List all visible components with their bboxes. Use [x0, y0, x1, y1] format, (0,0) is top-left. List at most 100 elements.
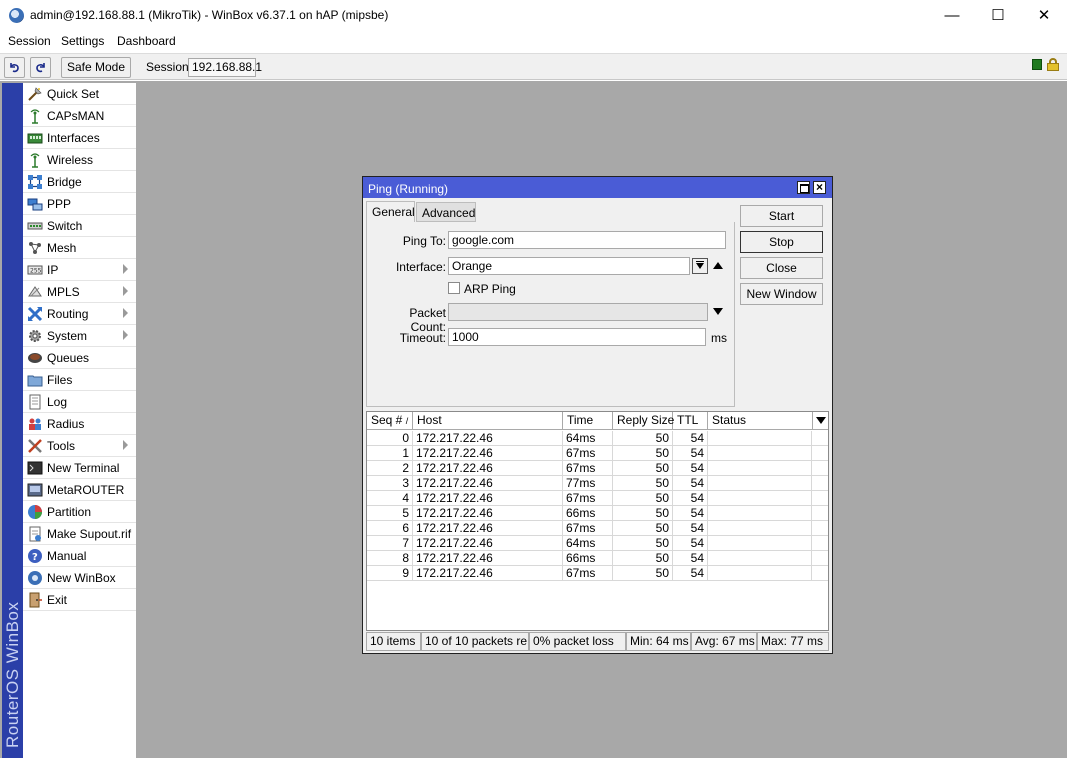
sidebar-item-partition[interactable]: Partition: [23, 501, 136, 523]
start-button[interactable]: Start: [740, 205, 823, 227]
cell-status: [708, 446, 812, 461]
submenu-arrow-icon: [123, 264, 128, 274]
menu-bar: Session Settings Dashboard: [0, 31, 1067, 53]
sidebar: Quick Set CAPsMAN Interfaces Wireless Br…: [23, 83, 136, 758]
menu-settings[interactable]: Settings: [61, 34, 104, 48]
column-ttl[interactable]: TTL: [673, 412, 708, 430]
maximize-icon[interactable]: [797, 181, 810, 194]
packet-count-input[interactable]: [448, 303, 708, 321]
sidebar-item-wireless[interactable]: Wireless: [23, 149, 136, 171]
interface-dropdown-icon[interactable]: [692, 258, 708, 274]
maximize-button[interactable]: ☐: [975, 0, 1021, 31]
sidebar-item-capsman[interactable]: CAPsMAN: [23, 105, 136, 127]
column-menu-icon[interactable]: [812, 412, 828, 429]
cell-status: [708, 476, 812, 491]
sort-icon: /: [405, 416, 409, 426]
ppp-icon: [27, 198, 43, 211]
sidebar-item-switch[interactable]: Switch: [23, 215, 136, 237]
session-field[interactable]: 192.168.88.1: [188, 58, 262, 77]
status-avg: Avg: 67 ms: [691, 632, 757, 651]
table-row[interactable]: 8 172.217.22.46 66ms 50 54: [367, 551, 828, 566]
supout-icon: [29, 526, 41, 542]
column-host[interactable]: Host: [413, 412, 563, 430]
redo-button[interactable]: [30, 57, 51, 78]
interface-select[interactable]: Orange: [448, 257, 690, 275]
sidebar-item-files[interactable]: Files: [23, 369, 136, 391]
packet-count-label: Packet Count:: [409, 306, 446, 334]
interfaces-icon: [27, 133, 43, 144]
cell-status: [708, 431, 812, 446]
new-window-button[interactable]: New Window: [740, 283, 823, 305]
arp-ping-checkbox[interactable]: [448, 282, 460, 294]
sidebar-item-ip[interactable]: 255 IP: [23, 259, 136, 281]
sidebar-item-log[interactable]: Log: [23, 391, 136, 413]
sidebar-item-queues[interactable]: Queues: [23, 347, 136, 369]
window-titlebar: admin@192.168.88.1 (MikroTik) - WinBox v…: [0, 0, 1067, 31]
routing-icon: [27, 306, 43, 322]
wireless-icon: [30, 153, 40, 168]
sidebar-item-routing[interactable]: Routing: [23, 303, 136, 325]
stop-button[interactable]: Stop: [740, 231, 823, 253]
table-row[interactable]: 1 172.217.22.46 67ms 50 54: [367, 446, 828, 461]
menu-session[interactable]: Session: [8, 34, 51, 48]
cell-seq: 1: [367, 446, 413, 461]
menu-dashboard[interactable]: Dashboard: [117, 34, 176, 48]
cell-seq: 5: [367, 506, 413, 521]
close-button[interactable]: ✕: [1021, 0, 1067, 31]
sidebar-item-manual[interactable]: ? Manual: [23, 545, 136, 567]
cell-status: [708, 491, 812, 506]
sidebar-item-interfaces[interactable]: Interfaces: [23, 127, 136, 149]
sidebar-item-mesh[interactable]: Mesh: [23, 237, 136, 259]
cell-host: 172.217.22.46: [413, 446, 563, 461]
tab-advanced[interactable]: Advanced: [416, 202, 476, 222]
cell-time: 64ms: [563, 536, 613, 551]
table-row[interactable]: 4 172.217.22.46 67ms 50 54: [367, 491, 828, 506]
sidebar-item-quick-set[interactable]: Quick Set: [23, 83, 136, 105]
ping-window-titlebar[interactable]: Ping (Running) ×: [363, 177, 832, 198]
session-label: Session:: [146, 60, 193, 74]
ping-to-input[interactable]: google.com: [448, 231, 726, 249]
minimize-button[interactable]: —: [929, 0, 975, 31]
table-row[interactable]: 5 172.217.22.46 66ms 50 54: [367, 506, 828, 521]
sidebar-item-metarouter[interactable]: MetaROUTER: [23, 479, 136, 501]
close-icon[interactable]: ×: [813, 181, 826, 194]
close-window-button[interactable]: Close: [740, 257, 823, 279]
status-min: Min: 64 ms: [626, 632, 691, 651]
table-row[interactable]: 2 172.217.22.46 67ms 50 54: [367, 461, 828, 476]
tab-general[interactable]: General: [366, 201, 415, 223]
sidebar-item-radius[interactable]: Radius: [23, 413, 136, 435]
cell-host: 172.217.22.46: [413, 431, 563, 446]
collapse-arrow-icon[interactable]: [713, 262, 723, 269]
table-row[interactable]: 3 172.217.22.46 77ms 50 54: [367, 476, 828, 491]
log-icon: [29, 394, 41, 410]
cell-reply-size: 50: [613, 521, 673, 536]
table-row[interactable]: 9 172.217.22.46 67ms 50 54: [367, 566, 828, 581]
cell-seq: 6: [367, 521, 413, 536]
column-time[interactable]: Time: [563, 412, 613, 430]
sidebar-item-exit[interactable]: Exit: [23, 589, 136, 611]
cell-ttl: 54: [673, 446, 708, 461]
table-row[interactable]: 7 172.217.22.46 64ms 50 54: [367, 536, 828, 551]
sidebar-item-new-winbox[interactable]: New WinBox: [23, 567, 136, 589]
submenu-arrow-icon: [123, 286, 128, 296]
column-status[interactable]: Status: [708, 412, 812, 430]
sidebar-item-new-terminal[interactable]: New Terminal: [23, 457, 136, 479]
sidebar-item-mpls[interactable]: MPLS: [23, 281, 136, 303]
timeout-input[interactable]: 1000: [448, 328, 706, 346]
safe-mode-button[interactable]: Safe Mode: [61, 57, 131, 78]
sidebar-item-bridge[interactable]: Bridge: [23, 171, 136, 193]
undo-button[interactable]: [4, 57, 25, 78]
sidebar-item-ppp[interactable]: PPP: [23, 193, 136, 215]
table-row[interactable]: 0 172.217.22.46 64ms 50 54: [367, 431, 828, 446]
column-seq[interactable]: Seq # /: [367, 412, 413, 430]
quick-set-icon: [28, 87, 42, 101]
window-title: admin@192.168.88.1 (MikroTik) - WinBox v…: [30, 8, 389, 22]
packet-count-dropdown-icon[interactable]: [713, 308, 723, 315]
cell-reply-size: 50: [613, 551, 673, 566]
sidebar-item-tools[interactable]: Tools: [23, 435, 136, 457]
sidebar-item-system[interactable]: System: [23, 325, 136, 347]
table-row[interactable]: 6 172.217.22.46 67ms 50 54: [367, 521, 828, 536]
lock-icon: [1047, 58, 1059, 71]
sidebar-item-make-supout[interactable]: Make Supout.rif: [23, 523, 136, 545]
column-reply-size[interactable]: Reply Size: [613, 412, 674, 430]
